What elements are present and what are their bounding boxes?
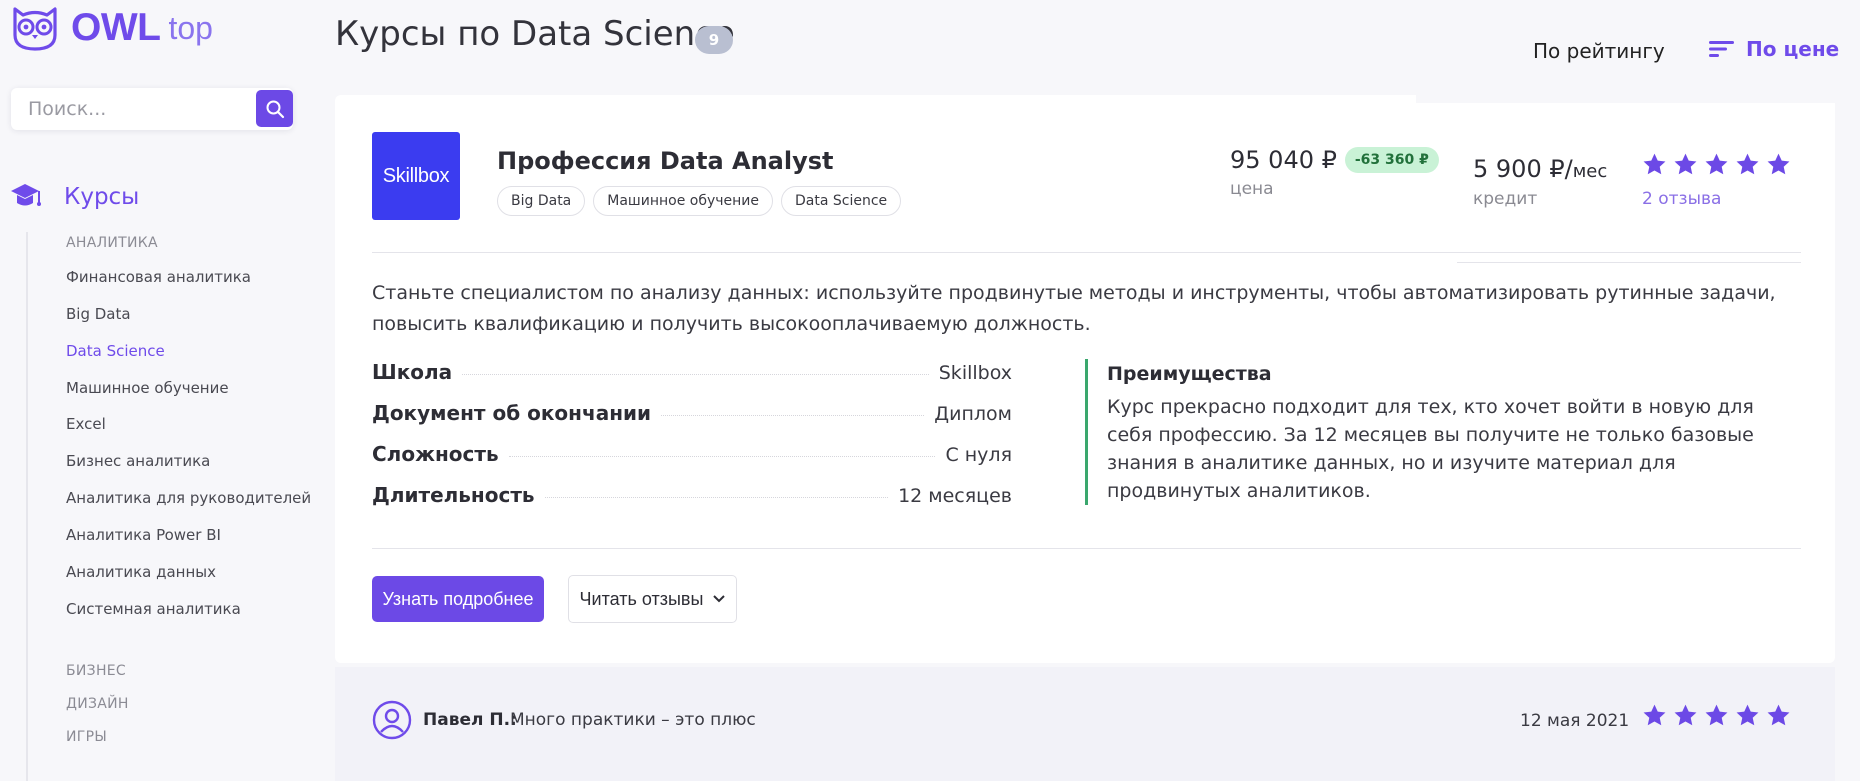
search-input[interactable] <box>11 98 251 120</box>
fact-leader <box>661 415 925 416</box>
reviews-count-link[interactable]: 2 отзыва <box>1642 189 1721 209</box>
chevron-down-icon <box>713 595 726 603</box>
star-icon <box>1736 704 1759 726</box>
sidebar-item-big-data[interactable]: Big Data <box>66 305 131 323</box>
sidebar-item-excel[interactable]: Excel <box>66 415 106 433</box>
search-button[interactable] <box>256 90 293 127</box>
fact-value: С нуля <box>945 444 1012 466</box>
fact-row: Сложность С нуля <box>372 442 1012 483</box>
owl-logo-icon <box>13 7 57 51</box>
discount-badge: -63 360 ₽ <box>1344 147 1439 173</box>
review-rating <box>1642 703 1791 728</box>
learn-more-button[interactable]: Узнать подробнее <box>372 576 544 622</box>
card-divider <box>372 252 1801 253</box>
fact-value: 12 месяцев <box>898 485 1012 507</box>
fact-key: Длительность <box>372 483 535 507</box>
fact-leader <box>544 497 889 498</box>
fact-leader <box>508 456 936 457</box>
logo-subtitle: top <box>168 9 213 46</box>
sidebar-item-data-science[interactable]: Data Science <box>66 342 165 360</box>
sidebar-item-power-bi[interactable]: Аналитика Power BI <box>66 526 221 544</box>
advantages-block: Преимущества Курс прекрасно подходит для… <box>1085 359 1805 505</box>
star-icon <box>1705 153 1728 175</box>
course-count-badge: 9 <box>695 26 733 54</box>
course-title[interactable]: Профессия Data Analyst <box>497 147 834 175</box>
sidebar-item-business-analytics[interactable]: Бизнес аналитика <box>66 452 210 470</box>
star-icon <box>1736 153 1759 175</box>
course-card: Skillbox Профессия Data Analyst Big Data… <box>335 95 1835 663</box>
star-icon <box>1705 704 1728 726</box>
course-tag[interactable]: Data Science <box>781 186 902 216</box>
advantages-title: Преимущества <box>1107 363 1272 385</box>
course-price: 95 040 ₽ -63 360 ₽ <box>1230 146 1439 174</box>
sidebar-category-games[interactable]: ИГРЫ <box>66 729 107 745</box>
sidebar-courses-header[interactable]: Курсы <box>10 182 139 212</box>
course-tag[interactable]: Машинное обучение <box>593 186 774 216</box>
fact-key: Сложность <box>372 442 499 466</box>
star-icon <box>1674 153 1697 175</box>
sort-by-price[interactable]: По цене <box>1709 37 1839 61</box>
sort-icon <box>1709 41 1734 57</box>
price-label: цена <box>1230 179 1274 199</box>
star-icon <box>1767 704 1790 726</box>
fact-value: Диплом <box>934 403 1012 425</box>
star-icon <box>1674 704 1697 726</box>
page-title: Курсы по Data Science <box>335 14 735 54</box>
graduation-cap-icon <box>11 184 41 206</box>
sidebar-item-analytics-for-managers[interactable]: Аналитика для руководителей <box>66 489 311 507</box>
fact-key: Документ об окончании <box>372 401 652 425</box>
credit-label: кредит <box>1473 189 1538 209</box>
card-divider <box>372 548 1801 549</box>
advantages-text: Курс прекрасно подходит для тех, кто хоч… <box>1107 396 1754 502</box>
fact-leader <box>462 374 929 375</box>
review-date: 12 мая 2021 <box>1520 711 1630 731</box>
sidebar-courses-label: Курсы <box>64 184 140 210</box>
logo-brand: OWL <box>71 6 161 49</box>
read-reviews-dropdown[interactable]: Читать отзывы <box>568 575 737 623</box>
review-item: Павел П.: Много практики – это плюс 12 м… <box>335 667 1835 781</box>
course-description: Станьте специалистом по анализу данных: … <box>372 282 1776 335</box>
sidebar-item-financial-analytics[interactable]: Финансовая аналитика <box>66 268 251 286</box>
site-logo[interactable]: OWL top <box>9 4 213 52</box>
fact-value: Skillbox <box>938 362 1012 384</box>
read-reviews-label: Читать отзывы <box>579 588 704 609</box>
sidebar-item-data-analytics[interactable]: Аналитика данных <box>66 563 216 581</box>
course-tag[interactable]: Big Data <box>497 186 586 216</box>
sort-by-rating[interactable]: По рейтингу <box>1533 39 1665 63</box>
card-divider <box>1457 262 1801 263</box>
course-facts: Школа Skillbox Документ об окончании Дипло… <box>372 360 1012 524</box>
sidebar-item-machine-learning[interactable]: Машинное обучение <box>66 379 229 397</box>
credit-value: 5 900 ₽/ <box>1473 155 1573 183</box>
course-tags: Big Data Машинное обучение Data Science <box>497 186 902 216</box>
search-box <box>11 88 293 130</box>
school-logo[interactable]: Skillbox <box>372 132 460 220</box>
sidebar-guide-line <box>26 232 28 781</box>
course-rating <box>1642 152 1791 177</box>
sort-by-price-label: По цене <box>1746 37 1840 61</box>
fact-row: Длительность 12 месяцев <box>372 483 1012 524</box>
card-edge-notch <box>1416 93 1836 103</box>
price-amount: 95 040 ₽ <box>1230 146 1337 174</box>
star-icon <box>1643 153 1666 175</box>
fact-key: Школа <box>372 360 453 384</box>
star-icon <box>1767 153 1790 175</box>
fact-row: Школа Skillbox <box>372 360 1012 401</box>
sidebar-category-design[interactable]: ДИЗАЙН <box>66 696 129 712</box>
credit-amount: 5 900 ₽/мес <box>1473 155 1607 183</box>
fact-row: Документ об окончании Диплом <box>372 401 1012 442</box>
review-text[interactable]: Много практики – это плюс <box>510 710 756 730</box>
sidebar-item-systems-analytics[interactable]: Системная аналитика <box>66 600 241 618</box>
sidebar-section-analytics[interactable]: АНАЛИТИКА <box>66 235 158 251</box>
user-avatar-icon <box>372 700 412 740</box>
sidebar-category-business[interactable]: БИЗНЕС <box>66 663 126 679</box>
review-author: Павел П.: <box>423 710 517 730</box>
star-icon <box>1643 704 1666 726</box>
search-icon <box>266 100 284 118</box>
credit-unit: мес <box>1572 161 1608 182</box>
